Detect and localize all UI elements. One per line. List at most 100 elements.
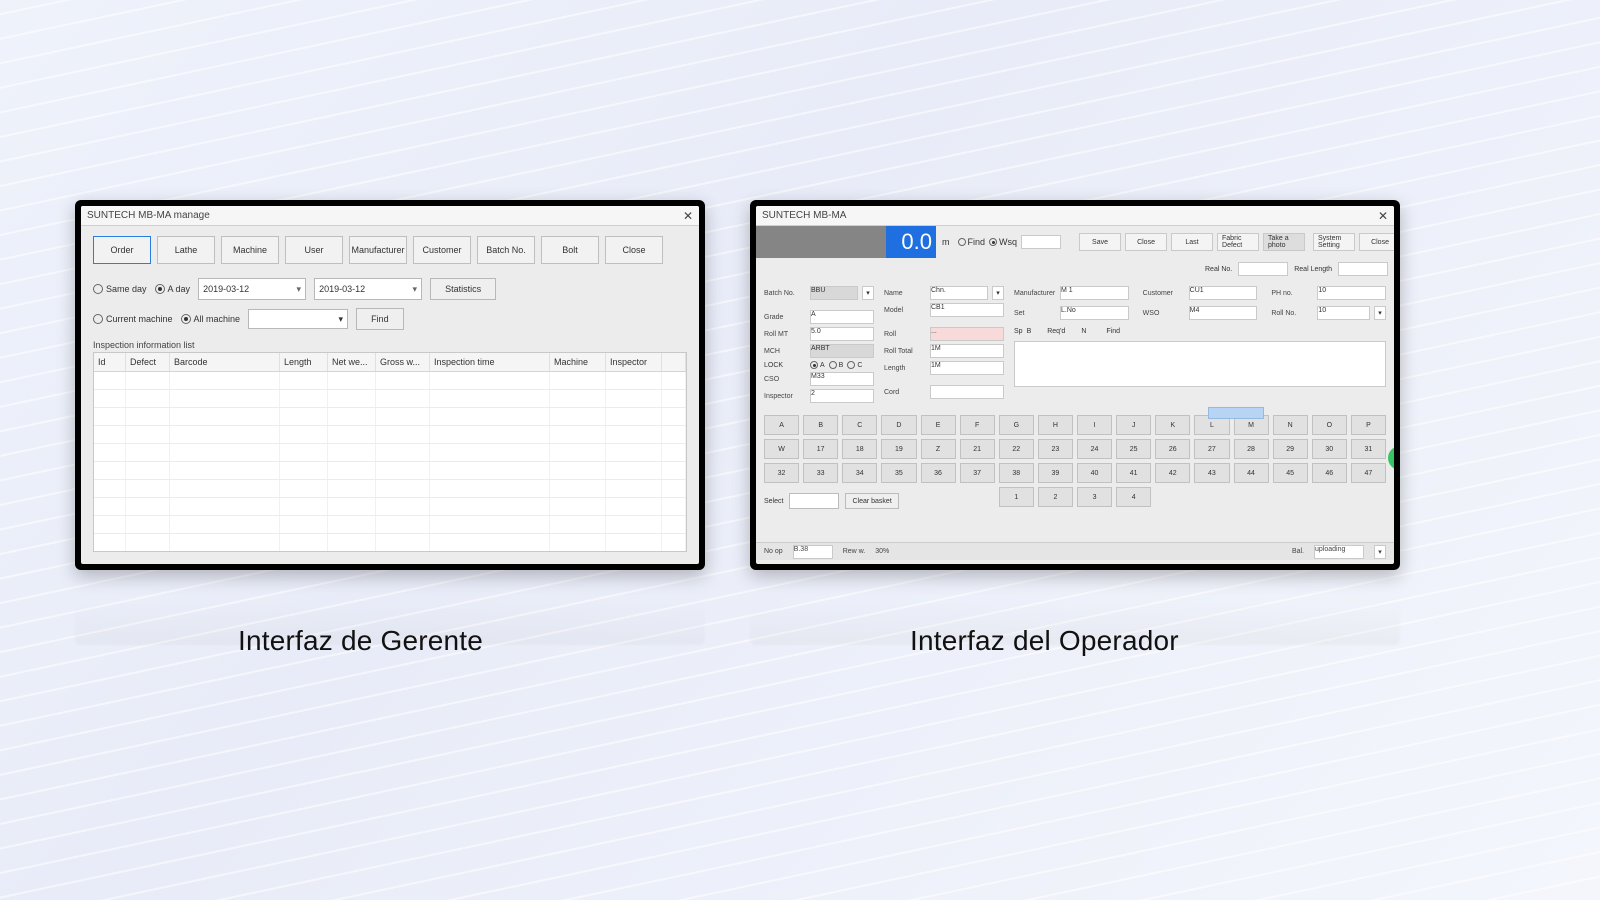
key[interactable]: 31	[1351, 439, 1386, 459]
key[interactable]: D	[881, 415, 916, 435]
current-machine-radio[interactable]: Current machine	[93, 314, 173, 324]
key[interactable]: J	[1116, 415, 1151, 435]
table-row[interactable]	[94, 444, 686, 462]
key[interactable]: 25	[1116, 439, 1151, 459]
take-photo-button[interactable]: Take a photo	[1263, 233, 1305, 251]
table-row[interactable]	[94, 534, 686, 552]
key[interactable]: 2	[1038, 487, 1073, 507]
customer-field[interactable]: CU1	[1189, 286, 1258, 300]
col-grossweight[interactable]: Gross w...	[376, 353, 430, 371]
key[interactable]: 23	[1038, 439, 1073, 459]
user-button[interactable]: User	[285, 236, 343, 264]
key[interactable]: 37	[960, 463, 995, 483]
key[interactable]: B	[803, 415, 838, 435]
key[interactable]: 27	[1194, 439, 1229, 459]
col-netweight[interactable]: Net we...	[328, 353, 376, 371]
machine-button[interactable]: Machine	[221, 236, 279, 264]
key[interactable]: 43	[1194, 463, 1229, 483]
cord-field[interactable]	[930, 385, 1004, 399]
table-row[interactable]	[94, 408, 686, 426]
col-machine[interactable]: Machine	[550, 353, 606, 371]
order-button[interactable]: Order	[93, 236, 151, 264]
key[interactable]: O	[1312, 415, 1347, 435]
realno-field[interactable]	[1238, 262, 1288, 276]
key[interactable]: 28	[1234, 439, 1269, 459]
same-day-radio[interactable]: Same day	[93, 284, 147, 294]
system-setting-button[interactable]: System Setting	[1313, 233, 1355, 251]
find-button[interactable]: Find	[356, 308, 404, 330]
close-button[interactable]: Close	[605, 236, 663, 264]
rolltotal-field[interactable]: 1M	[930, 344, 1004, 358]
key[interactable]: 32	[764, 463, 799, 483]
model-field[interactable]: CB1	[930, 303, 1004, 317]
key[interactable]: 39	[1038, 463, 1073, 483]
key[interactable]: 47	[1351, 463, 1386, 483]
a-day-radio[interactable]: A day	[155, 284, 191, 294]
key[interactable]: 3	[1077, 487, 1112, 507]
key[interactable]: 38	[999, 463, 1034, 483]
manufacturer-field[interactable]: M 1	[1060, 286, 1129, 300]
table-row[interactable]	[94, 462, 686, 480]
key[interactable]: 35	[881, 463, 916, 483]
key[interactable]: A	[764, 415, 799, 435]
key[interactable]: N	[1273, 415, 1308, 435]
key[interactable]: 22	[999, 439, 1034, 459]
lock-b-radio[interactable]: B	[829, 361, 844, 369]
all-machine-radio[interactable]: All machine	[181, 314, 241, 324]
manufacturer-button[interactable]: Manufacturer	[349, 236, 407, 264]
col-length[interactable]: Length	[280, 353, 328, 371]
clear-basket-button[interactable]: Clear basket	[845, 493, 898, 509]
key[interactable]: E	[921, 415, 956, 435]
select-drop[interactable]	[789, 493, 839, 509]
key[interactable]: 21	[960, 439, 995, 459]
wsq-radio[interactable]: Wsq	[989, 237, 1017, 247]
key[interactable]: 44	[1234, 463, 1269, 483]
col-inspectiontime[interactable]: Inspection time	[430, 353, 550, 371]
key[interactable]: 29	[1273, 439, 1308, 459]
close-icon[interactable]: ✕	[683, 209, 693, 223]
lathe-button[interactable]: Lathe	[157, 236, 215, 264]
save-button[interactable]: Save	[1079, 233, 1121, 251]
key[interactable]: 17	[803, 439, 838, 459]
table-row[interactable]	[94, 390, 686, 408]
key[interactable]: 34	[842, 463, 877, 483]
key[interactable]: Z	[921, 439, 956, 459]
key[interactable]: 24	[1077, 439, 1112, 459]
batchno-field[interactable]: BBU	[810, 286, 858, 300]
key[interactable]: H	[1038, 415, 1073, 435]
wsq-field[interactable]	[1021, 235, 1061, 249]
key[interactable]: 40	[1077, 463, 1112, 483]
col-barcode[interactable]: Barcode	[170, 353, 280, 371]
defect-list[interactable]	[1014, 341, 1386, 387]
col-defect[interactable]: Defect	[126, 353, 170, 371]
grade-field[interactable]: A	[810, 310, 874, 324]
key[interactable]: P	[1351, 415, 1386, 435]
batchno-button[interactable]: Batch No.	[477, 236, 535, 264]
mch-field[interactable]: ARBT	[810, 344, 874, 358]
bolt-button[interactable]: Bolt	[541, 236, 599, 264]
key[interactable]: 1	[999, 487, 1034, 507]
col-id[interactable]: Id	[94, 353, 126, 371]
close-button[interactable]: Close	[1125, 233, 1167, 251]
rollno-drop[interactable]: ▾	[1374, 306, 1386, 320]
name-drop[interactable]: ▾	[992, 286, 1004, 300]
reallength-field[interactable]	[1338, 262, 1388, 276]
fabric-defect-button[interactable]: Fabric Defect	[1217, 233, 1259, 251]
close2-button[interactable]: Close	[1359, 233, 1394, 251]
wso-field[interactable]: M4	[1189, 306, 1258, 320]
statistics-button[interactable]: Statistics	[430, 278, 496, 300]
key[interactable]: 18	[842, 439, 877, 459]
key[interactable]: I	[1077, 415, 1112, 435]
key[interactable]: 41	[1116, 463, 1151, 483]
key[interactable]: 4	[1116, 487, 1151, 507]
rollmt-field[interactable]: 5.0	[810, 327, 874, 341]
find-radio[interactable]: Find	[958, 237, 986, 247]
inspector-field[interactable]: 2	[810, 389, 874, 403]
key[interactable]: F	[960, 415, 995, 435]
key[interactable]: 45	[1273, 463, 1308, 483]
machine-select[interactable]: ▾	[248, 309, 348, 329]
key[interactable]: 36	[921, 463, 956, 483]
key[interactable]: 33	[803, 463, 838, 483]
set-field[interactable]: L.No	[1060, 306, 1129, 320]
lock-a-radio[interactable]: A	[810, 361, 825, 369]
